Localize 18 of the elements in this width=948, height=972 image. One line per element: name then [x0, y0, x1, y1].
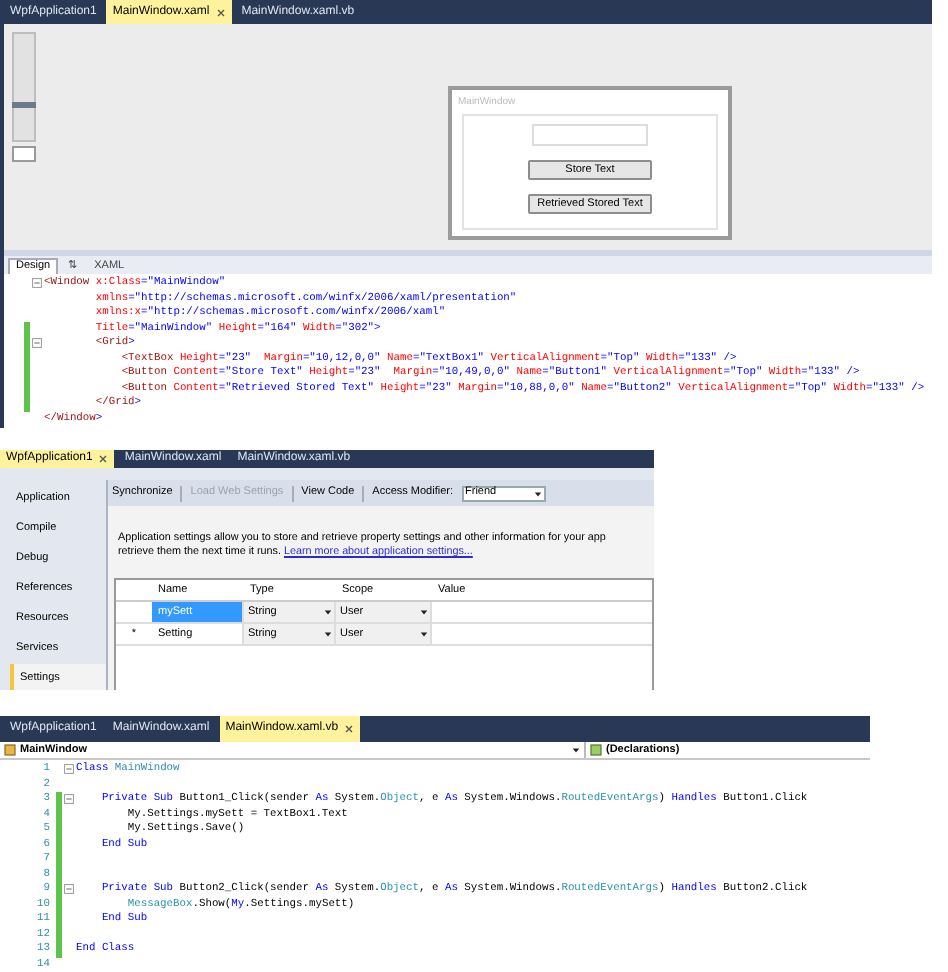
class-icon [4, 743, 16, 756]
collapse-icon[interactable] [64, 794, 74, 805]
collapse-icon[interactable] [64, 764, 74, 775]
dropdown-arrow-icon [533, 489, 542, 497]
collapse-icon[interactable] [32, 338, 42, 349]
dropdown-arrow-icon [420, 608, 428, 616]
zoom-slider[interactable] [11, 32, 35, 142]
collapse-icon[interactable] [32, 278, 42, 289]
close-icon[interactable] [344, 723, 355, 734]
close-icon[interactable] [215, 7, 226, 17]
close-icon[interactable] [98, 454, 109, 464]
declarations-icon [590, 743, 602, 756]
dropdown-arrow-icon [420, 630, 428, 638]
dropdown-arrow-icon [324, 630, 332, 638]
dropdown-arrow-icon [324, 608, 332, 616]
fit-icon[interactable] [11, 146, 35, 162]
collapse-icon[interactable] [64, 884, 74, 895]
slider-thumb[interactable] [11, 101, 35, 108]
